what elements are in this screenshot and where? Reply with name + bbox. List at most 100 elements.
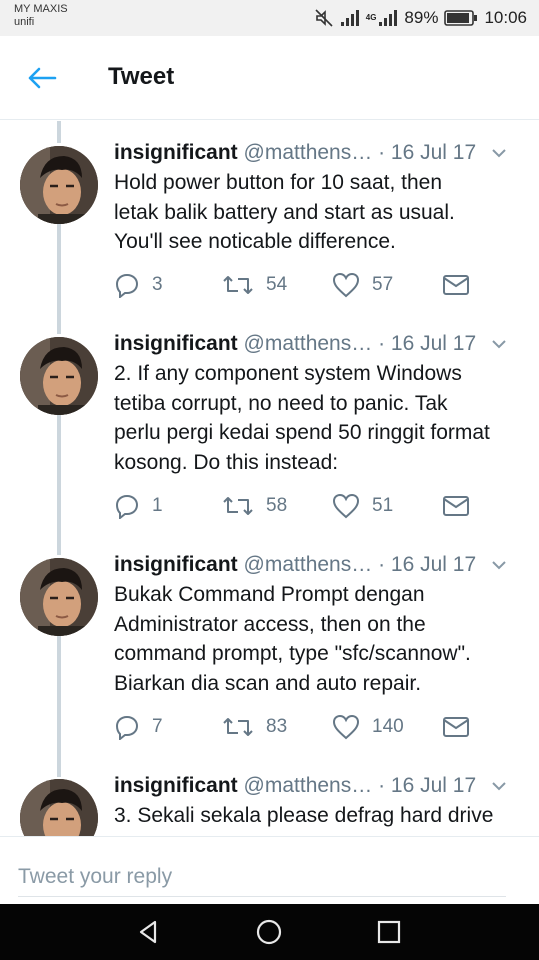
display-name[interactable]: insignificant: [114, 774, 238, 797]
reply-button[interactable]: 7: [114, 712, 163, 742]
tweet-header: insignificant @matthens… · 16 Jul 17: [114, 550, 524, 580]
reply-icon: [115, 715, 139, 740]
like-button[interactable]: 51: [332, 491, 393, 521]
back-button[interactable]: [22, 58, 62, 98]
reply-input[interactable]: [18, 857, 506, 897]
tweet-header: insignificant @matthens… · 16 Jul 17: [114, 329, 524, 359]
heart-icon: [332, 714, 360, 740]
avatar[interactable]: [20, 558, 98, 636]
tweet-header: insignificant @matthens… · 16 Jul 17: [114, 138, 524, 168]
tweet-text: 3. Sekali sekala please defrag hard driv…: [114, 801, 526, 831]
user-handle[interactable]: @matthens…: [244, 774, 373, 797]
reply-icon: [115, 494, 139, 519]
triangle-back-icon[interactable]: [135, 918, 163, 946]
app-header: Tweet: [0, 36, 539, 120]
reply-count: 7: [152, 716, 163, 737]
reply-button[interactable]: 1: [114, 491, 163, 521]
reply-count: 3: [152, 274, 163, 295]
reply-bar: [0, 836, 539, 904]
avatar[interactable]: [20, 146, 98, 224]
arrow-left-icon: [28, 67, 57, 89]
battery-percent: 89%: [404, 8, 439, 27]
mute-icon: [315, 9, 333, 27]
tweet-text-line: 2. If any component system Windows: [114, 362, 462, 385]
carrier-info: MY MAXIS unifi: [14, 3, 68, 29]
retweet-count: 54: [266, 274, 288, 295]
display-name[interactable]: insignificant: [114, 553, 238, 576]
tweet[interactable]: insignificant @matthens… · 16 Jul 17 Hol…: [0, 138, 539, 318]
like-count: 51: [372, 495, 394, 516]
heart-icon: [332, 272, 360, 298]
status-bar: MY MAXIS unifi 4G 89% 10:06: [0, 0, 539, 36]
tweet-text-line: tetiba corrupt, no need to panic. Tak: [114, 391, 448, 415]
heart-icon: [332, 493, 360, 519]
avatar-image: [20, 558, 98, 636]
retweet-button[interactable]: 83: [222, 712, 287, 742]
signal-4g-icon: [379, 10, 398, 26]
avatar[interactable]: [20, 337, 98, 415]
chevron-down-icon[interactable]: [490, 779, 508, 793]
carrier-sub: unifi: [14, 16, 35, 28]
circle-home-icon[interactable]: [255, 918, 283, 946]
user-handle[interactable]: @matthens…: [244, 332, 373, 355]
network-type: 4G: [365, 13, 377, 22]
tweet-text-line: letak balik battery and start as usual.: [114, 200, 455, 224]
system-nav-bar: [0, 904, 539, 960]
direct-message-button[interactable]: [442, 270, 470, 300]
avatar-image: [20, 779, 98, 836]
tweet[interactable]: insignificant @matthens… · 16 Jul 17 2. …: [0, 329, 539, 539]
retweet-count: 83: [266, 716, 288, 737]
tweet-text-line: perlu pergi kedai spend 50 ringgit forma…: [114, 421, 490, 445]
user-handle[interactable]: @matthens…: [244, 553, 373, 576]
tweet-date[interactable]: · 16 Jul 17: [378, 141, 476, 164]
tweet-text-line: Hold power button for 10 saat, then: [114, 171, 443, 194]
tweet-text-line: You'll see noticable difference.: [114, 230, 396, 254]
retweet-icon: [223, 276, 253, 294]
tweet-text: Bukak Command Prompt dengan Administrato…: [114, 580, 526, 698]
clock: 10:06: [484, 8, 527, 27]
display-name[interactable]: insignificant: [114, 332, 238, 355]
tweet-text-line: Biarkan dia scan and auto repair.: [114, 671, 422, 695]
direct-message-button[interactable]: [442, 712, 470, 742]
tweet-actions: 1 58 51: [114, 491, 514, 521]
tweet-actions: 7 83 140: [114, 712, 514, 742]
chevron-down-icon[interactable]: [490, 337, 508, 351]
tweet[interactable]: insignificant @matthens… · 16 Jul 17 Buk…: [0, 550, 539, 760]
tweet-header: insignificant @matthens… · 16 Jul 17: [114, 771, 524, 801]
like-button[interactable]: 57: [332, 270, 393, 300]
envelope-icon: [443, 275, 469, 295]
page-title: Tweet: [108, 63, 175, 90]
tweet-text: 2. If any component system Windows tetib…: [114, 359, 526, 477]
tweet-text-line: 3. Sekali sekala please defrag hard driv…: [114, 804, 494, 827]
direct-message-button[interactable]: [442, 491, 470, 521]
tweet-text-line: Bukak Command Prompt dengan: [114, 583, 425, 606]
retweet-button[interactable]: 54: [222, 270, 287, 300]
retweet-icon: [223, 497, 253, 515]
avatar[interactable]: [20, 779, 98, 836]
reply-button[interactable]: 3: [114, 270, 163, 300]
tweet-actions: 3 54 57: [114, 270, 514, 300]
envelope-icon: [443, 717, 469, 737]
display-name[interactable]: insignificant: [114, 141, 238, 164]
tweet-date[interactable]: · 16 Jul 17: [378, 553, 476, 576]
chevron-down-icon[interactable]: [490, 146, 508, 160]
carrier-name: MY MAXIS: [14, 3, 68, 15]
chevron-down-icon[interactable]: [490, 558, 508, 572]
tweet-date[interactable]: · 16 Jul 17: [378, 774, 476, 797]
retweet-icon: [223, 718, 253, 736]
reply-count: 1: [152, 495, 163, 516]
retweet-count: 58: [266, 495, 288, 516]
avatar-image: [20, 146, 98, 224]
avatar-image: [20, 337, 98, 415]
tweet-thread: insignificant @matthens… · 16 Jul 17 Hol…: [0, 121, 539, 836]
square-recent-icon[interactable]: [375, 918, 403, 946]
tweet[interactable]: insignificant @matthens… · 16 Jul 17 3. …: [0, 771, 539, 836]
battery-icon: [444, 10, 478, 26]
tweet-date[interactable]: · 16 Jul 17: [378, 332, 476, 355]
user-handle[interactable]: @matthens…: [244, 141, 373, 164]
signal-icon: [340, 10, 359, 26]
like-count: 140: [372, 716, 404, 737]
retweet-button[interactable]: 58: [222, 491, 287, 521]
like-button[interactable]: 140: [332, 712, 404, 742]
envelope-icon: [443, 496, 469, 516]
